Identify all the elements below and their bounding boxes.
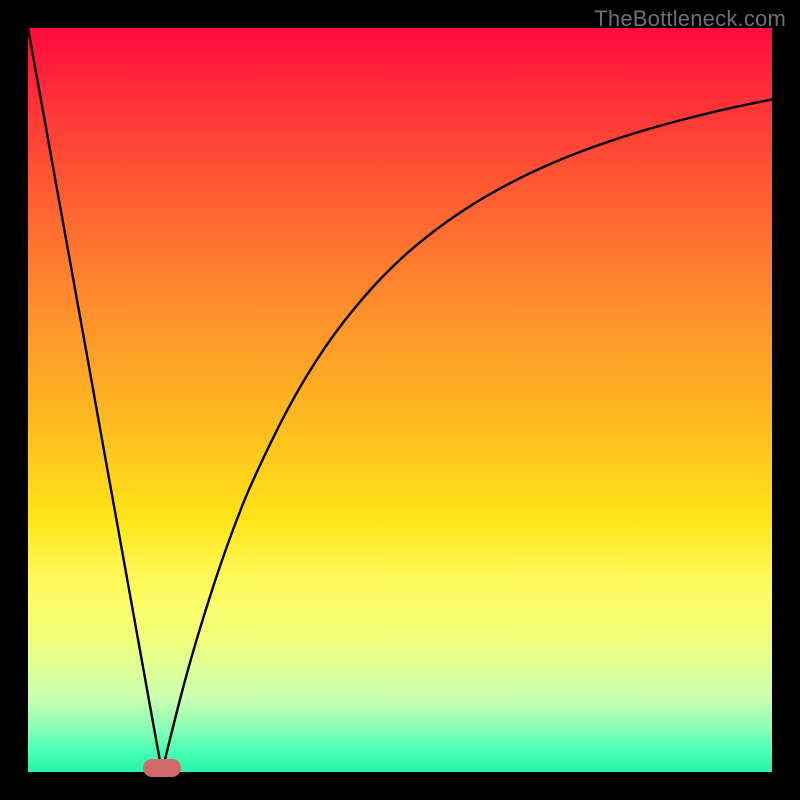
chart-frame: TheBottleneck.com: [0, 0, 800, 800]
curve-left-branch: [28, 28, 162, 772]
bottleneck-curve: [28, 28, 772, 772]
plot-area: [28, 28, 772, 772]
vertex-marker: [143, 759, 181, 777]
watermark-text: TheBottleneck.com: [594, 6, 786, 32]
curve-right-branch: [162, 99, 772, 772]
